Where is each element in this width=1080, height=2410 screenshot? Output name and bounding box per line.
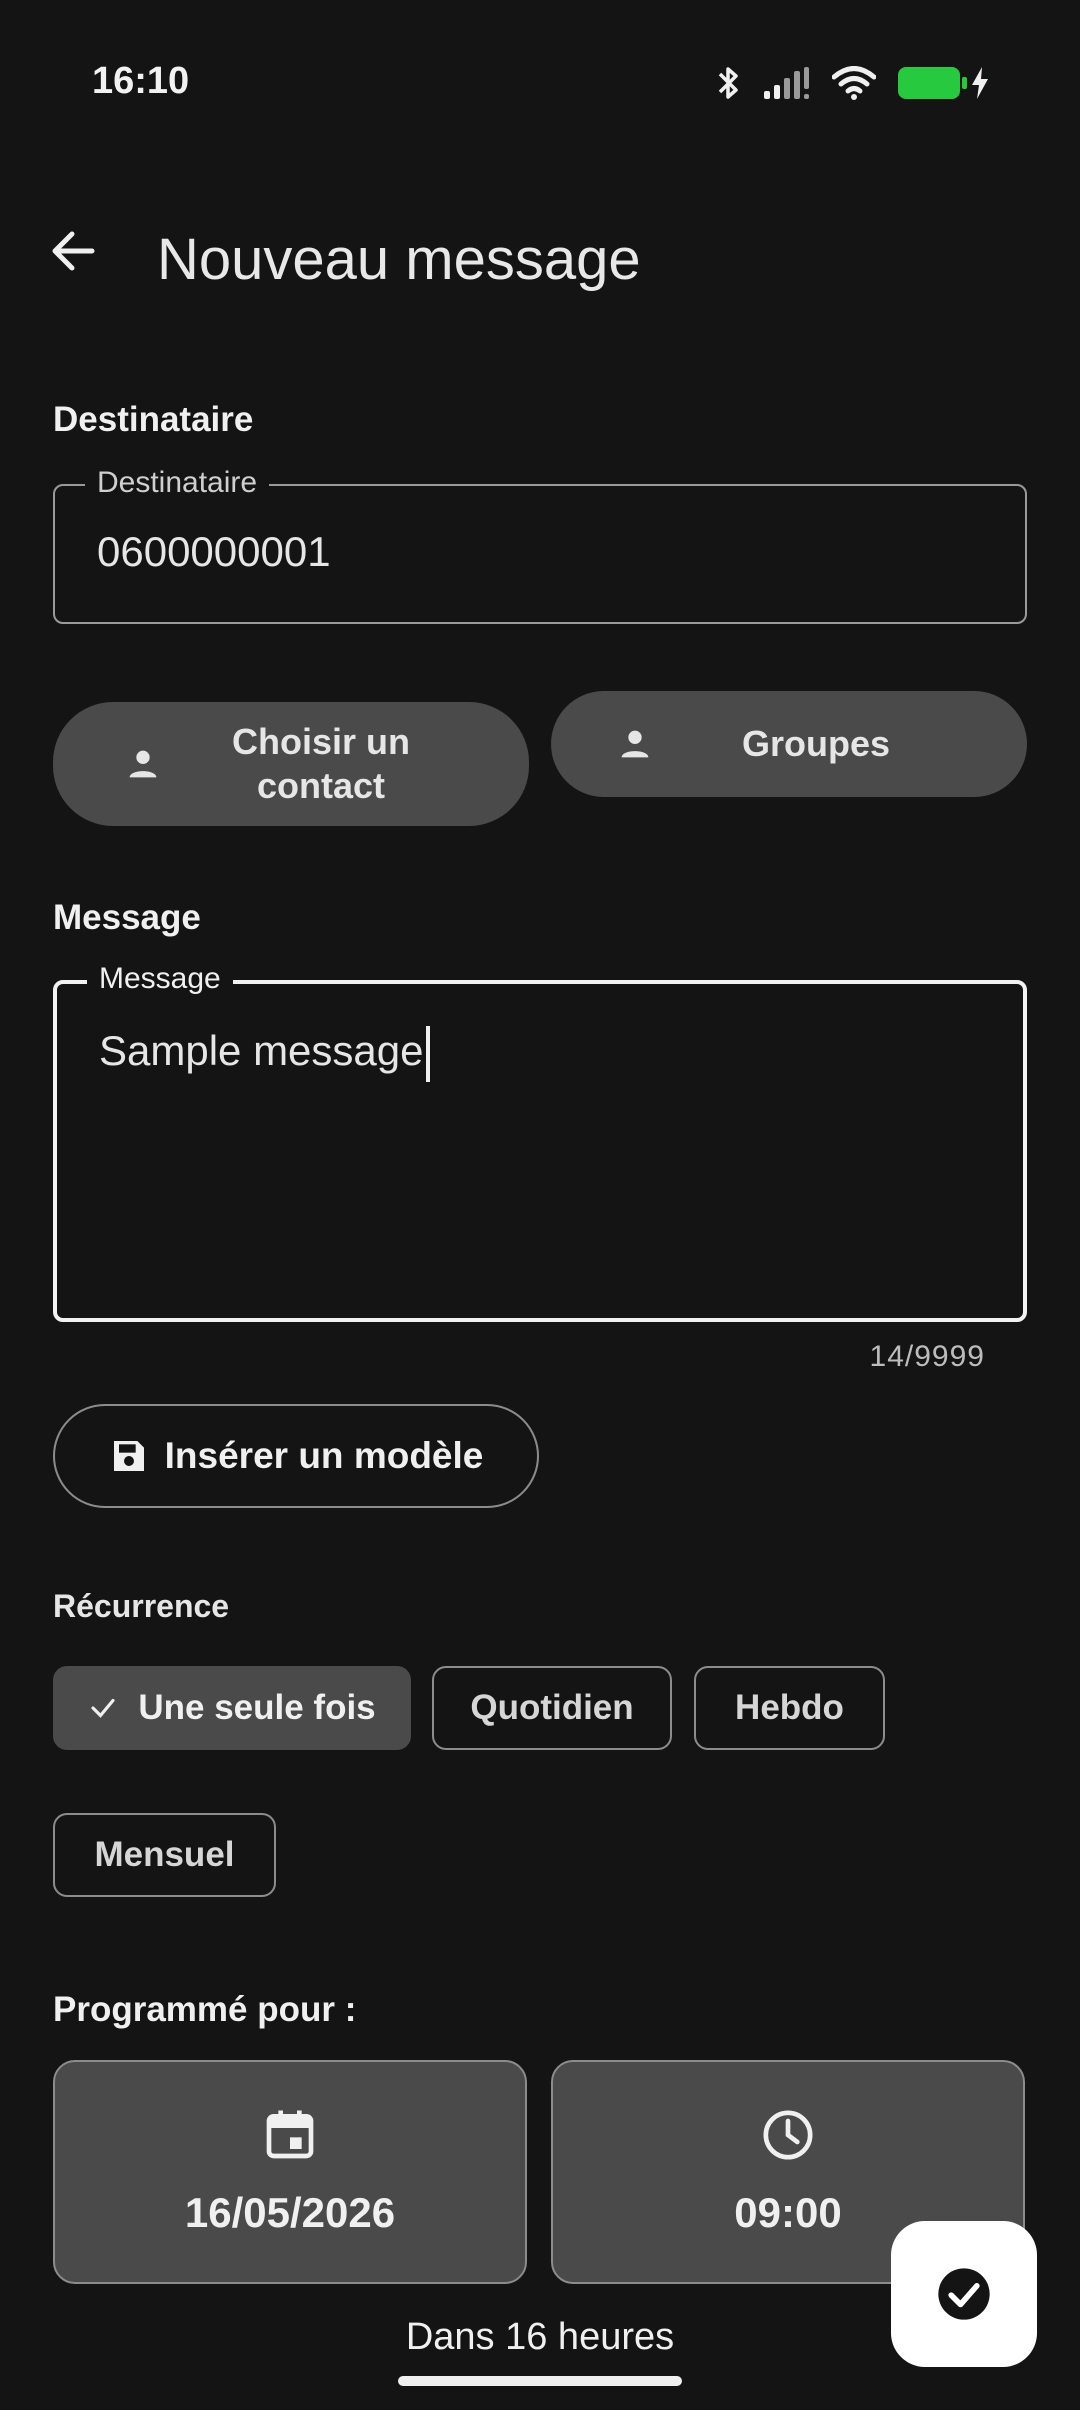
recurrence-once-label: Une seule fois: [138, 1688, 376, 1727]
status-icons: [716, 64, 990, 102]
battery-icon: [898, 67, 967, 99]
message-text: Sample message: [99, 1026, 430, 1082]
recurrence-chip-monthly[interactable]: Mensuel: [53, 1813, 276, 1897]
date-picker-button[interactable]: 16/05/2026: [53, 2060, 527, 2284]
insert-template-button[interactable]: Insérer un modèle: [53, 1404, 539, 1508]
choose-contact-label: Choisir un contact: [232, 721, 410, 806]
recurrence-chip-daily[interactable]: Quotidien: [432, 1666, 672, 1750]
message-field[interactable]: Message Sample message: [53, 962, 1027, 1322]
char-counter: 14/9999: [869, 1340, 985, 1373]
recurrence-chip-weekly[interactable]: Hebdo: [694, 1666, 885, 1750]
save-icon: [113, 1441, 144, 1471]
person-icon: [621, 730, 649, 758]
person-icon: [129, 750, 157, 778]
message-field-label: Message: [87, 962, 233, 996]
wifi-icon: [832, 66, 876, 100]
date-value: 16/05/2026: [184, 2189, 396, 2236]
time-value: 09:00: [734, 2189, 842, 2236]
check-circle-icon: [938, 2268, 990, 2320]
calendar-icon: [266, 2110, 314, 2159]
confirm-fab[interactable]: [891, 2221, 1037, 2367]
recurrence-chip-once[interactable]: Une seule fois: [53, 1666, 411, 1750]
back-arrow-icon[interactable]: [48, 226, 98, 276]
recurrence-section-label: Récurrence: [53, 1588, 230, 1624]
groups-label: Groupes: [741, 723, 891, 764]
schedule-section-label: Programmé pour :: [53, 1990, 357, 2029]
insert-template-label: Insérer un modèle: [164, 1435, 484, 1476]
message-section-label: Message: [53, 898, 201, 937]
text-cursor: [425, 1026, 430, 1082]
status-time: 16:10: [92, 60, 190, 102]
signal-icon: [764, 67, 809, 99]
clock-icon: [763, 2110, 813, 2160]
home-indicator[interactable]: [398, 2376, 682, 2386]
groups-button[interactable]: Groupes: [551, 691, 1027, 797]
check-icon: [91, 1698, 115, 1718]
bluetooth-icon: [718, 67, 738, 99]
charging-icon: [972, 67, 988, 99]
choose-contact-button[interactable]: Choisir un contact: [53, 702, 529, 826]
recipient-section-label: Destinataire: [53, 400, 254, 439]
recipient-value: 0600000001: [97, 528, 331, 575]
recipient-field[interactable]: Destinataire 0600000001: [53, 466, 1027, 624]
recurrence-daily-label: Quotidien: [470, 1688, 634, 1727]
recipient-field-label: Destinataire: [85, 466, 270, 500]
recurrence-monthly-label: Mensuel: [94, 1835, 235, 1874]
page-title: Nouveau message: [157, 227, 641, 292]
recurrence-weekly-label: Hebdo: [735, 1688, 844, 1727]
message-value: Sample message: [99, 1027, 424, 1075]
